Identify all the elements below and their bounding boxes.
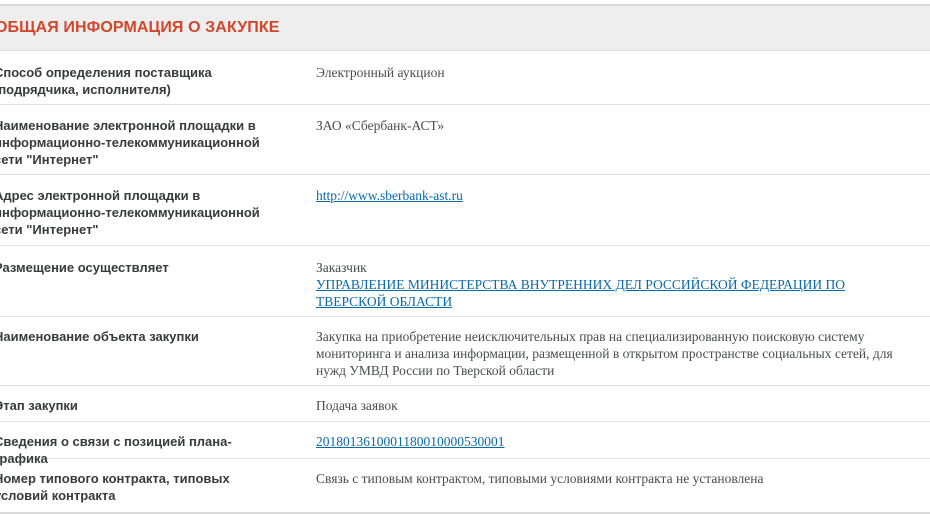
info-row-object: Наименование объекта закупки Закупка на … bbox=[0, 317, 930, 386]
row-label: Этап закупки bbox=[0, 398, 78, 413]
section-title: ОБЩАЯ ИНФОРМАЦИЯ О ЗАКУПКЕ bbox=[0, 19, 280, 36]
info-row-plan-schedule: Сведения о связи с позицией плана-график… bbox=[0, 422, 930, 466]
row-value: ЗАО «Сбербанк-АСТ» bbox=[316, 118, 445, 133]
row-label: Номер типового контракта, типовых услови… bbox=[0, 471, 230, 503]
row-value: Подача заявок bbox=[316, 398, 398, 413]
info-row-platform-address: Адрес электронной площадки в информацион… bbox=[0, 175, 930, 246]
customer-organization-link[interactable]: УПРАВЛЕНИЕ МИНИСТЕРСТВА ВНУТРЕННИХ ДЕЛ Р… bbox=[316, 276, 916, 310]
plan-schedule-link[interactable]: 2018013610001180010000530001 bbox=[316, 434, 505, 449]
info-row-platform-name: Наименование электронной площадки в инфо… bbox=[0, 105, 930, 175]
info-row-placement: Размещение осуществляет Заказчик УПРАВЛЕ… bbox=[0, 246, 930, 317]
row-value: Заказчик bbox=[316, 260, 367, 275]
row-label: Способ определения поставщика (подрядчик… bbox=[0, 65, 212, 97]
row-value: Закупка на приобретение неисключительных… bbox=[316, 329, 893, 378]
row-label: Адрес электронной площадки в информацион… bbox=[0, 188, 260, 237]
row-value: Электронный аукцион bbox=[316, 65, 445, 80]
row-label: Наименование объекта закупки bbox=[0, 329, 199, 344]
row-label: Наименование электронной площадки в инфо… bbox=[0, 118, 260, 167]
section-header: ОБЩАЯ ИНФОРМАЦИЯ О ЗАКУПКЕ bbox=[0, 6, 930, 51]
procurement-info-panel: ОБЩАЯ ИНФОРМАЦИЯ О ЗАКУПКЕ Способ опреде… bbox=[0, 4, 930, 514]
row-value: Связь с типовым контрактом, типовыми усл… bbox=[316, 471, 764, 486]
platform-url-link[interactable]: http://www.sberbank-ast.ru bbox=[316, 188, 463, 203]
row-label: Размещение осуществляет bbox=[0, 260, 169, 275]
info-row-stage: Этап закупки Подача заявок bbox=[0, 386, 930, 422]
info-row-typical-contract: Номер типового контракта, типовых услови… bbox=[0, 459, 930, 514]
info-row-method: Способ определения поставщика (подрядчик… bbox=[0, 51, 930, 105]
